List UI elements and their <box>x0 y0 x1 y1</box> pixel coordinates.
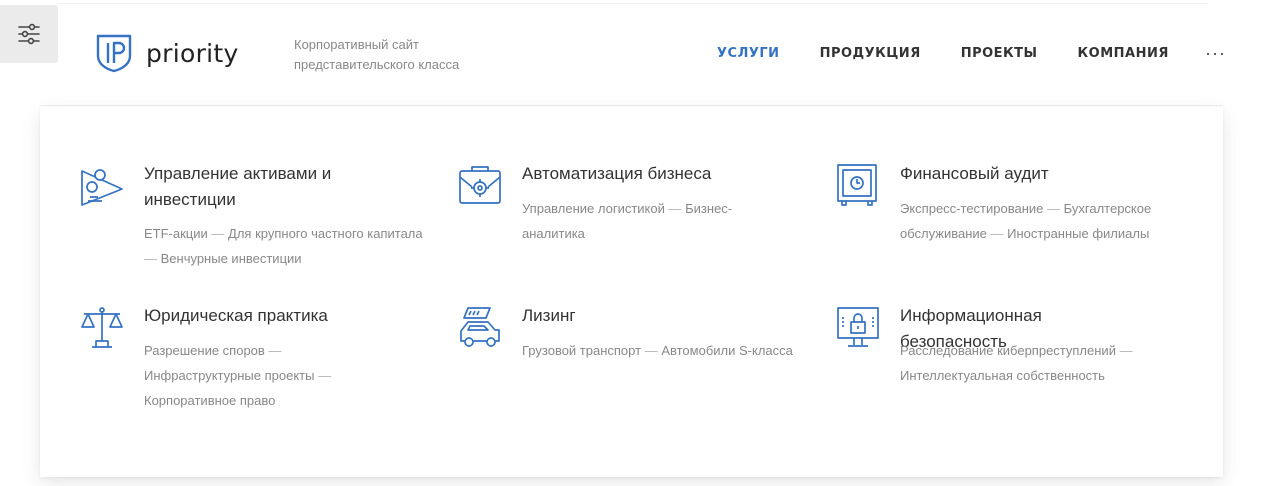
logo[interactable]: priority <box>95 33 239 73</box>
service-title[interactable]: Управление активами и инвестиции <box>144 161 384 213</box>
nav-item-services[interactable]: УСЛУГИ <box>717 46 780 61</box>
service-subitem[interactable]: Расследование киберпреступлений <box>900 343 1116 358</box>
service-subitem[interactable]: Автомобили S-класса <box>661 343 793 358</box>
service-title[interactable]: Лизинг <box>522 303 762 329</box>
nav-item-products[interactable]: ПРОДУКЦИЯ <box>820 46 921 61</box>
service-subitems: ETF-акции — Для крупного частного капита… <box>144 226 423 266</box>
service-subitem[interactable]: Интеллектуальная собственность <box>900 368 1105 383</box>
service-subitem[interactable]: Иностранные филиалы <box>1007 226 1149 241</box>
service-subitem[interactable]: Венчурные инвестиции <box>161 251 302 266</box>
site-header: priority Корпоративный сайт представител… <box>40 4 1226 106</box>
tagline: Корпоративный сайт представительского кл… <box>294 37 460 72</box>
service-subitems: Расследование киберпреступлений — Интелл… <box>900 343 1133 383</box>
service-subitem[interactable]: Разрешение споров <box>144 343 265 358</box>
briefcase-gear-icon <box>459 166 501 204</box>
logo-text: priority <box>146 38 239 68</box>
service-subitems: Разрешение споров — Инфраструктурные про… <box>144 343 332 408</box>
service-title[interactable]: Финансовый аудит <box>900 161 1140 187</box>
monitor-lock-icon <box>837 307 879 347</box>
service-title[interactable]: Юридическая практика <box>144 303 384 329</box>
services-dropdown: Управление активами и инвестиции ETF-акц… <box>40 107 1223 477</box>
sliders-icon <box>18 23 40 45</box>
scales-icon <box>81 307 123 348</box>
nav-item-company[interactable]: КОМПАНИЯ <box>1078 46 1169 61</box>
nav-item-projects[interactable]: ПРОЕКТЫ <box>961 46 1038 61</box>
service-subitem[interactable]: Для крупного частного капитала <box>228 226 423 241</box>
service-subitems: Экспресс-тестирование — Бухгалтерское об… <box>900 201 1152 241</box>
service-subitem[interactable]: ETF-акции <box>144 226 208 241</box>
service-subitem[interactable]: Управление логистикой <box>522 201 665 216</box>
more-menu-icon[interactable]: ··· <box>1205 44 1226 62</box>
service-subitem[interactable]: Экспресс-тестирование <box>900 201 1043 216</box>
service-subitems: Управление логистикой — Бизнес-аналитика <box>522 201 733 241</box>
safe-icon <box>837 164 877 206</box>
service-title[interactable]: Автоматизация бизнеса <box>522 161 762 187</box>
service-subitem[interactable]: Корпоративное право <box>144 393 275 408</box>
service-subitem[interactable]: Инфраструктурные проекты <box>144 368 314 383</box>
service-subitems: Грузовой транспорт — Автомобили S-класса <box>522 343 793 358</box>
main-nav: УСЛУГИ ПРОДУКЦИЯ ПРОЕКТЫ КОМПАНИЯ <box>717 46 1209 61</box>
car-icon <box>460 307 500 347</box>
service-subitem[interactable]: Грузовой транспорт <box>522 343 641 358</box>
logo-shield-icon <box>96 34 132 73</box>
assets-investment-icon <box>81 169 123 206</box>
